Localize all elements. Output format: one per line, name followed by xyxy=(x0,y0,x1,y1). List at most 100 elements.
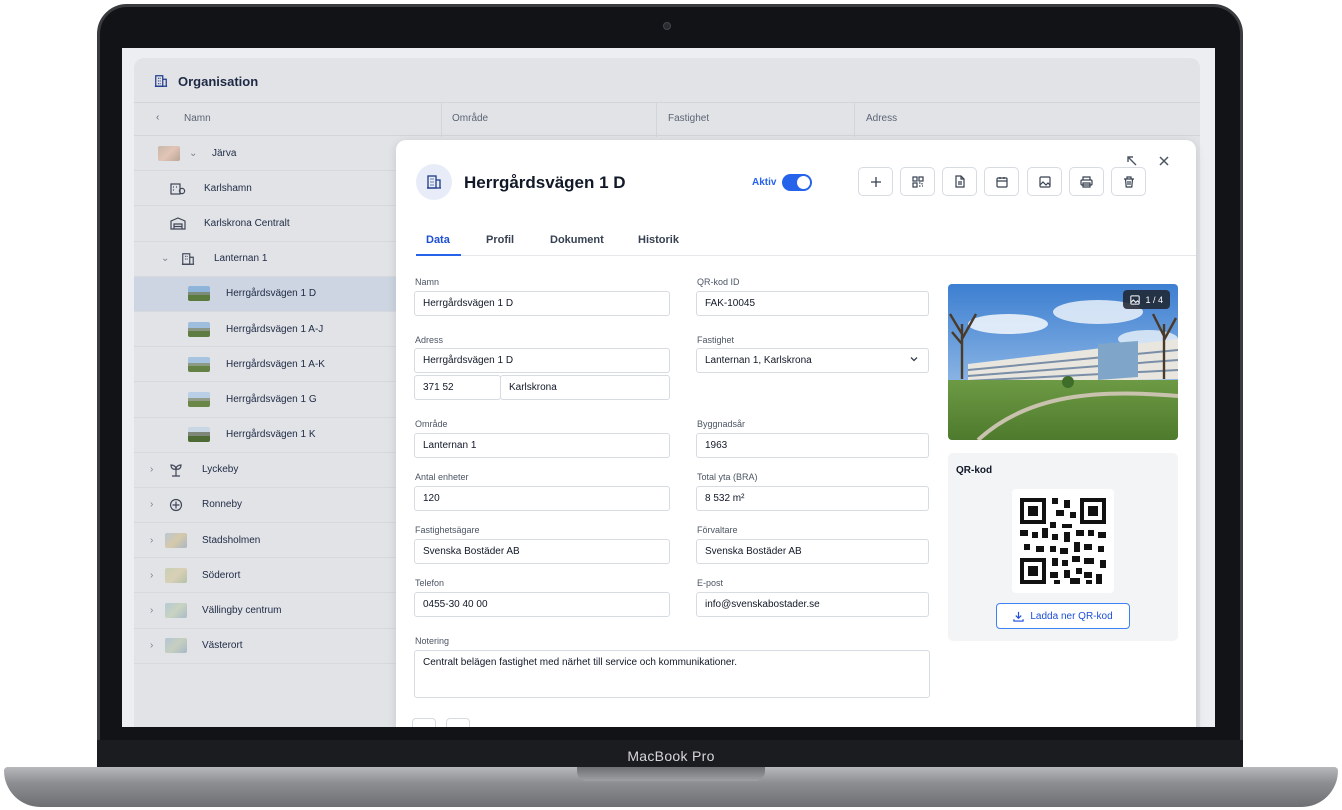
address-field[interactable]: Herrgårdsvägen 1 D xyxy=(414,348,670,373)
chevron-right-icon[interactable]: › xyxy=(150,535,153,546)
document-button[interactable] xyxy=(942,167,977,196)
field-label: Fastighetsägare xyxy=(415,525,480,535)
tree-row-vallingby-centrum[interactable]: › Vällingby centrum xyxy=(134,593,396,629)
field-label: Notering xyxy=(415,636,450,646)
add-button[interactable] xyxy=(858,167,893,196)
field-label: Antal enheter xyxy=(415,472,469,482)
tree-item-label: Stadsholmen xyxy=(202,534,261,546)
tab-dokument[interactable]: Dokument xyxy=(550,234,604,246)
qr-code-card: QR-kod Ladda ner QR-kod xyxy=(948,453,1178,641)
image-icon xyxy=(1038,175,1051,188)
owner-field[interactable]: Svenska Bostäder AB xyxy=(414,539,670,564)
tree-row-lanternan-1[interactable]: ⌄ Lanternan 1 xyxy=(134,242,396,277)
next-button[interactable] xyxy=(446,718,470,727)
tree-row-herrgardsvagen-1d[interactable]: Herrgårdsvägen 1 D xyxy=(134,276,396,312)
column-header-namn[interactable]: Namn xyxy=(184,113,211,124)
chevron-right-icon[interactable]: › xyxy=(150,605,153,616)
tree-row-herrgardsvagen-1ak[interactable]: Herrgårdsvägen 1 A-K xyxy=(134,347,396,383)
city-field[interactable]: Karlskrona xyxy=(500,375,670,400)
field-label: Total yta (BRA) xyxy=(697,472,758,482)
column-divider xyxy=(441,103,442,137)
property-thumbnail xyxy=(188,391,210,407)
tab-data[interactable]: Data xyxy=(426,234,450,246)
tree-row-lyckeby[interactable]: › Lyckeby xyxy=(134,453,396,488)
property-title: Herrgårdsvägen 1 D xyxy=(464,173,626,192)
tree-row-herrgardsvagen-1k[interactable]: Herrgårdsvägen 1 K xyxy=(134,418,396,453)
chevron-right-icon[interactable]: › xyxy=(150,570,153,581)
previous-button[interactable] xyxy=(412,718,436,727)
tree-row-soderort[interactable]: › Söderort xyxy=(134,558,396,594)
tab-historik[interactable]: Historik xyxy=(638,234,679,246)
warehouse-icon xyxy=(170,216,186,233)
device-label: MacBook Pro xyxy=(627,748,715,764)
table-header: ‹ Namn Område Fastighet Adress xyxy=(134,102,1200,137)
tab-profil[interactable]: Profil xyxy=(486,234,514,246)
tree-row-karlskrona-centralt[interactable]: Karlskrona Centralt xyxy=(134,206,396,242)
download-icon xyxy=(1013,611,1025,622)
postal-code-field[interactable]: 371 52 xyxy=(414,375,501,400)
tree-row-herrgardsvagen-1g[interactable]: Herrgårdsvägen 1 G xyxy=(134,382,396,418)
field-label: Adress xyxy=(415,335,444,345)
area-thumbnail xyxy=(165,603,187,619)
field-label: Område xyxy=(415,419,448,429)
column-divider xyxy=(854,103,855,137)
collapse-all-icon[interactable]: ‹ xyxy=(156,112,159,123)
tree-row-jarva[interactable]: ⌄ Järva xyxy=(134,136,396,172)
organisation-header: Organisation xyxy=(134,60,258,102)
building-settings-icon xyxy=(170,181,186,198)
column-header-adress[interactable]: Adress xyxy=(866,113,897,124)
webcam xyxy=(663,22,671,30)
tree-row-vasterort[interactable]: › Västerort xyxy=(134,629,396,664)
tree-item-label: Västerort xyxy=(202,640,243,652)
chevron-down-icon[interactable]: ⌄ xyxy=(161,253,169,264)
property-thumbnail xyxy=(188,286,210,302)
manager-field[interactable]: Svenska Bostäder AB xyxy=(696,539,929,564)
field-label: Byggnadsår xyxy=(697,419,746,429)
chevron-right-icon[interactable]: › xyxy=(150,464,153,475)
chevron-right-icon[interactable]: › xyxy=(150,499,153,510)
photo-counter-badge: 1 / 4 xyxy=(1123,290,1170,309)
chevron-down-icon[interactable]: ⌄ xyxy=(189,148,197,159)
tree-row-stadsholmen[interactable]: › Stadsholmen xyxy=(134,523,396,559)
area-thumbnail xyxy=(158,145,180,161)
tree-row-herrgardsvagen-1aj[interactable]: Herrgårdsvägen 1 A-J xyxy=(134,312,396,348)
property-photo[interactable]: 1 / 4 xyxy=(948,284,1178,440)
build-year-field[interactable]: 1963 xyxy=(696,433,929,458)
image-button[interactable] xyxy=(1027,167,1062,196)
detail-tabs: Data Profil Dokument Historik xyxy=(416,220,1196,256)
column-header-fastighet[interactable]: Fastighet xyxy=(668,113,709,124)
download-qr-label: Ladda ner QR-kod xyxy=(1030,610,1113,622)
tree-item-label: Söderort xyxy=(202,569,241,581)
qr-id-field[interactable]: FAK-10045 xyxy=(696,291,929,316)
calendar-icon xyxy=(995,176,1008,188)
property-thumbnail xyxy=(188,321,210,337)
close-icon[interactable] xyxy=(1158,154,1170,172)
delete-button[interactable] xyxy=(1111,167,1146,196)
tree-row-karlshamn[interactable]: Karlshamn xyxy=(134,171,396,207)
tree-item-label: Herrgårdsvägen 1 A-J xyxy=(226,323,324,335)
property-select[interactable]: Lanternan 1, Karlskrona xyxy=(696,348,929,373)
note-field[interactable]: Centralt belägen fastighet med närhet ti… xyxy=(414,650,930,698)
phone-field[interactable]: 0455-30 40 00 xyxy=(414,592,670,617)
field-label: QR-kod ID xyxy=(697,277,740,287)
name-field[interactable]: Herrgårdsvägen 1 D xyxy=(414,291,670,316)
qr-code-image xyxy=(1012,489,1114,593)
tree-row-ronneby[interactable]: › Ronneby xyxy=(134,488,396,524)
column-divider xyxy=(656,103,657,137)
qr-scan-button[interactable] xyxy=(900,167,935,196)
chevron-right-icon[interactable]: › xyxy=(150,640,153,651)
tree-item-label: Vällingby centrum xyxy=(202,605,282,617)
download-qr-button[interactable]: Ladda ner QR-kod xyxy=(996,603,1130,629)
tree-item-label: Ronneby xyxy=(202,499,243,511)
column-header-omrade[interactable]: Område xyxy=(452,113,488,124)
total-area-field[interactable]: 8 532 m² xyxy=(696,486,929,511)
calendar-button[interactable] xyxy=(984,167,1019,196)
area-field[interactable]: Lanternan 1 xyxy=(414,433,670,458)
active-toggle[interactable] xyxy=(782,174,812,191)
area-thumbnail xyxy=(165,532,187,548)
units-field[interactable]: 120 xyxy=(414,486,670,511)
print-button[interactable] xyxy=(1069,167,1104,196)
tree-item-label: Herrgårdsvägen 1 A-K xyxy=(226,358,325,370)
email-field[interactable]: info@svenskabostader.se xyxy=(696,592,929,617)
tree-item-label: Herrgårdsvägen 1 D xyxy=(226,288,317,300)
